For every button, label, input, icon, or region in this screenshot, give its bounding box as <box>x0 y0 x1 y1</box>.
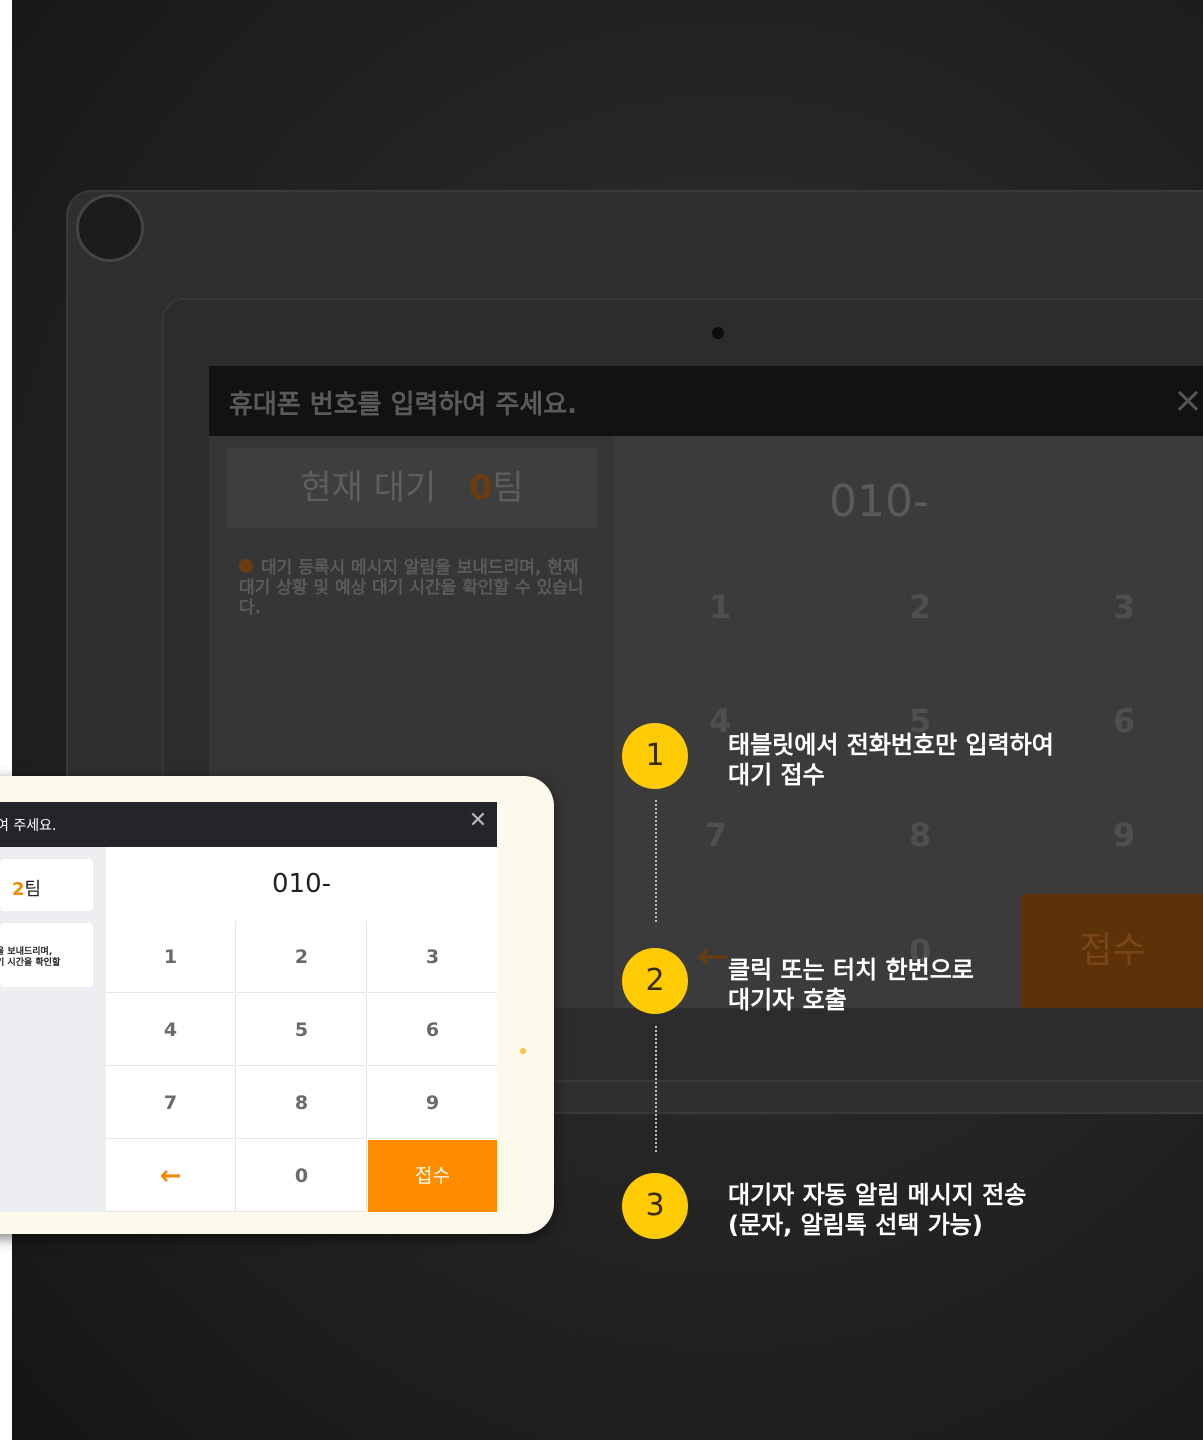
background-key-1: 1 <box>709 588 732 626</box>
wait-status-card: 2팀 <box>0 859 93 911</box>
step-connector <box>655 1026 657 1152</box>
info-panel: 2팀 을 보내드리며, 기 시간을 확인할 <box>0 847 106 1212</box>
wait-count-number: 2 <box>12 879 25 900</box>
key-3[interactable]: 3 <box>368 921 497 993</box>
step-1-text: 태블릿에서 전화번호만 입력하여 대기 접수 <box>728 731 1054 789</box>
key-0[interactable]: 0 <box>237 1140 367 1212</box>
notice-card: 을 보내드리며, 기 시간을 확인할 <box>0 923 93 987</box>
step-2-text: 클릭 또는 터치 한번으로 대기자 호출 <box>728 956 974 1014</box>
background-wait-unit: 팀 <box>492 468 524 508</box>
step-connector <box>655 800 657 922</box>
background-camera <box>712 327 724 339</box>
step-2-number: 2 <box>622 948 688 1014</box>
background-mount-screw <box>76 194 144 262</box>
notice-dot-icon <box>239 559 253 573</box>
background-key-3: 3 <box>1113 588 1136 626</box>
background-header: 휴대폰 번호를 입력하여 주세요. × <box>209 366 1203 436</box>
background-wait-status: 현재 대기 0팀 <box>227 448 597 528</box>
key-5[interactable]: 5 <box>237 994 367 1066</box>
key-7[interactable]: 7 <box>106 1067 236 1139</box>
background-title: 휴대폰 번호를 입력하여 주세요. <box>229 390 577 420</box>
key-6[interactable]: 6 <box>368 994 497 1066</box>
background-key-8: 8 <box>909 816 932 854</box>
accept-button[interactable]: 접수 <box>368 1140 497 1212</box>
key-4[interactable]: 4 <box>106 994 236 1066</box>
keypad: 1 2 3 4 5 6 7 8 9 ← 0 접수 <box>106 921 497 1212</box>
step-3-text: 대기자 자동 알림 메시지 전송 (문자, 알림톡 선택 가능) <box>728 1181 1027 1239</box>
phone-number-display: 010- <box>106 847 497 922</box>
wait-count: 2팀 <box>12 875 41 901</box>
key-2[interactable]: 2 <box>237 921 367 993</box>
tablet-screen: 여 주세요. ✕ 2팀 을 보내드리며, 기 시간을 확인할 010- 1 2 … <box>0 802 497 1212</box>
background-key-9: 9 <box>1113 816 1136 854</box>
background-notice: 대기 등록시 메시지 알림을 보내드리며, 현재 대기 상황 및 예상 대기 시… <box>239 558 599 618</box>
phone-number-value: 010- <box>271 869 331 899</box>
key-1[interactable]: 1 <box>106 921 236 993</box>
dialog-title: 여 주세요. <box>0 818 57 834</box>
key-8[interactable]: 8 <box>237 1067 367 1139</box>
background-key-7: 7 <box>705 816 728 854</box>
background-notice-text: 대기 등록시 메시지 알림을 보내드리며, 현재 대기 상황 및 예상 대기 시… <box>239 558 584 618</box>
step-3-number: 3 <box>622 1173 688 1239</box>
background-close-icon: × <box>1172 380 1203 421</box>
background-wait-label: 현재 대기 <box>300 468 437 508</box>
key-9[interactable]: 9 <box>368 1067 497 1139</box>
backspace-arrow-icon[interactable]: ← <box>106 1140 236 1212</box>
close-icon[interactable]: ✕ <box>467 810 489 832</box>
background-wait-count: 0 <box>468 468 493 508</box>
wait-count-unit: 팀 <box>24 879 42 900</box>
step-1-number: 1 <box>622 723 688 789</box>
background-phone-display: 010- <box>829 476 929 527</box>
background-key-2: 2 <box>909 588 932 626</box>
dialog-header: 여 주세요. ✕ <box>0 802 497 847</box>
background-back-arrow-icon: ← <box>697 934 729 978</box>
notice-text: 을 보내드리며, 기 시간을 확인할 <box>0 947 61 968</box>
tablet-sensor-dot <box>520 1048 526 1054</box>
